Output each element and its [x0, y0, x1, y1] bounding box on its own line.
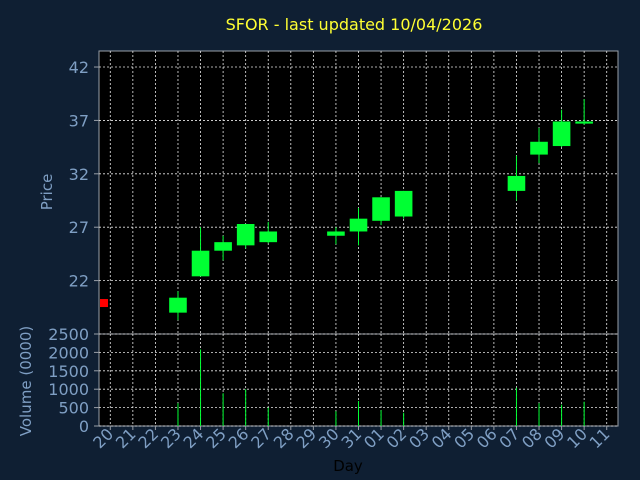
- volume-tick-label: 1000: [48, 380, 89, 399]
- candle-body: [372, 197, 390, 221]
- volume-y-ticks: 25002000150010005000: [48, 325, 99, 436]
- volume-tick-label: 500: [58, 399, 89, 418]
- price-tick-label: 37: [69, 111, 89, 130]
- candle-body: [552, 121, 571, 147]
- stock-chart: SFOR - last updated 10/04/2026 42 37 32 27 2…: [17, 15, 619, 475]
- candle: [236, 224, 255, 249]
- price-y-ticks: 42 37 32 27 22: [69, 58, 99, 291]
- price-tick-label: 42: [69, 58, 89, 77]
- candle-body: [575, 121, 593, 124]
- candle-body: [349, 218, 368, 232]
- price-tick-label: 32: [69, 165, 89, 184]
- candle-body: [507, 175, 526, 191]
- price-axis-label: Price: [38, 174, 56, 211]
- volume-axis-label: Volume (0000): [17, 326, 35, 436]
- volume-tick-label: 0: [79, 417, 89, 436]
- candle-body: [259, 231, 278, 243]
- candle-body: [169, 297, 187, 313]
- x-tick-label: 11: [586, 424, 614, 452]
- volume-tick-label: 1500: [48, 362, 89, 381]
- price-tick-label: 27: [69, 218, 89, 237]
- candle: [394, 190, 413, 219]
- price-tick-label: 22: [69, 272, 89, 291]
- volume-tick-label: 2000: [48, 343, 89, 362]
- candle-body: [394, 190, 413, 217]
- chart-title: SFOR - last updated 10/04/2026: [226, 15, 483, 34]
- candle-body: [100, 299, 108, 308]
- x-axis-ticks: 2021222324252627282930310102030405060708…: [89, 424, 613, 452]
- candle-body: [191, 250, 210, 277]
- candle-body: [236, 224, 255, 246]
- candle-body: [530, 141, 548, 155]
- volume-tick-label: 2500: [48, 325, 89, 344]
- candle-body: [327, 231, 345, 236]
- candle-body: [214, 242, 232, 251]
- x-axis-label: Day: [333, 457, 363, 475]
